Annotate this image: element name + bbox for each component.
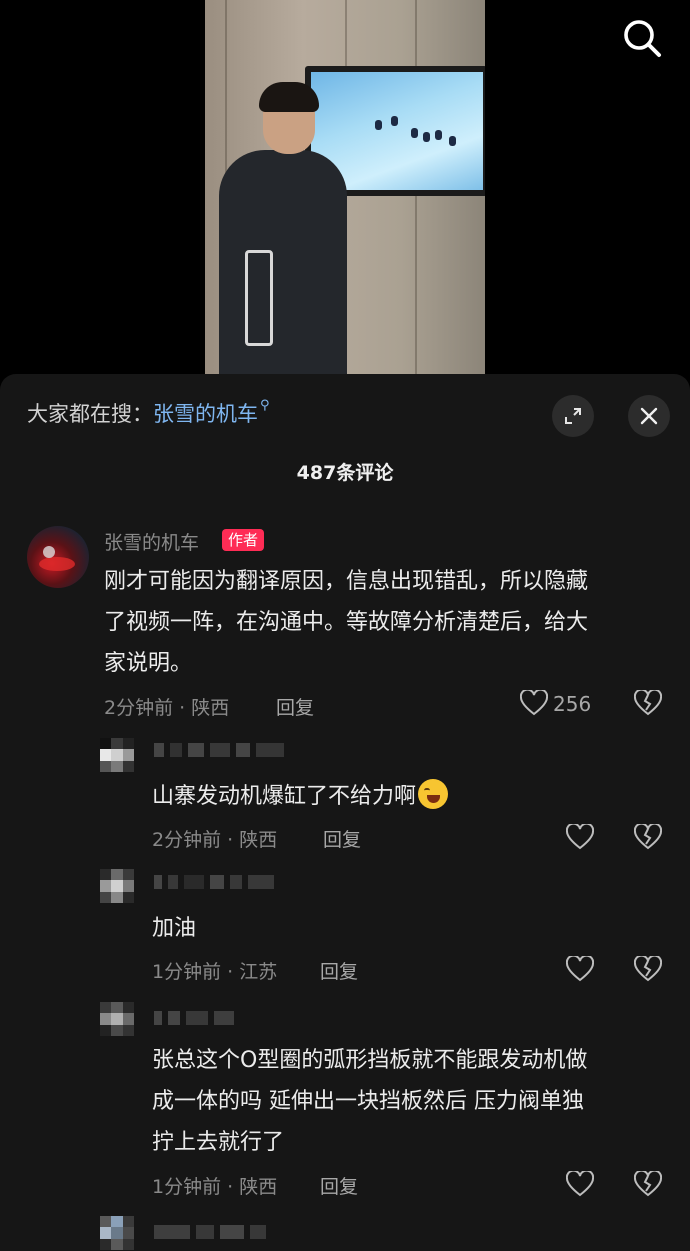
dislike-button[interactable] xyxy=(633,954,663,986)
author-badge: 作者 xyxy=(222,529,265,551)
comment-text: 刚才可能因为翻译原因，信息出现错乱，所以隐藏 了视频一阵，在沟通中。等故障分析清… xyxy=(104,569,589,676)
blurred-username xyxy=(154,874,274,890)
blurred-username xyxy=(154,1224,266,1240)
avatar[interactable] xyxy=(100,738,134,772)
dislike-button[interactable] xyxy=(633,688,663,720)
comment-panel: 大家都在搜：张雪的机车 ⚲ 487条评论 张雪的机车 作者 刚才可能因为翻译原因，… xyxy=(0,374,690,1251)
comment-text: 张总这个O型圈的弧形挡板就不能跟发动机做 成一体的吗 延伸出一块挡板然后 压力阀… xyxy=(152,1048,588,1155)
comment-meta: 2分钟前 · 陕西 xyxy=(152,829,278,851)
shirt-print xyxy=(245,250,273,346)
broken-heart-icon xyxy=(633,688,663,716)
like-count: 256 xyxy=(553,692,592,716)
comment-meta: 1分钟前 · 江苏 xyxy=(152,961,278,983)
broken-heart-icon xyxy=(633,822,663,850)
reply-button[interactable]: 回复 xyxy=(276,693,314,720)
blurred-username xyxy=(154,742,284,758)
avatar[interactable] xyxy=(100,1216,134,1250)
heart-icon xyxy=(565,1169,595,1197)
comment-meta: 2分钟前 · 陕西 xyxy=(104,697,230,719)
broken-heart-icon xyxy=(633,1169,663,1197)
trending-label: 大家都在搜： xyxy=(27,402,153,426)
heart-icon xyxy=(565,954,595,982)
avatar[interactable] xyxy=(27,526,89,588)
comment-author[interactable]: 张雪的机车 xyxy=(104,528,199,555)
heart-icon xyxy=(519,688,549,716)
search-icon[interactable] xyxy=(620,16,664,60)
like-button[interactable] xyxy=(519,688,549,720)
presenter-hair xyxy=(259,82,319,112)
avatar[interactable] xyxy=(100,869,134,903)
comment-text: 山寨发动机爆缸了不给力啊 xyxy=(152,776,449,817)
comment-text: 加油 xyxy=(152,916,197,941)
reply-button[interactable]: 回复 xyxy=(320,957,358,984)
close-icon xyxy=(640,407,658,425)
reply-button[interactable]: 回复 xyxy=(320,1172,358,1199)
video-player[interactable] xyxy=(205,0,485,374)
comment-meta: 1分钟前 · 陕西 xyxy=(152,1176,278,1198)
close-button[interactable] xyxy=(628,395,670,437)
crying-laughing-emoji xyxy=(418,779,449,809)
broken-heart-icon xyxy=(633,954,663,982)
heart-icon xyxy=(565,822,595,850)
search-small-icon: ⚲ xyxy=(260,398,270,413)
like-button[interactable] xyxy=(565,1169,595,1201)
blurred-username xyxy=(154,1010,234,1026)
trending-search-bar: 大家都在搜：张雪的机车 ⚲ xyxy=(27,398,270,428)
avatar[interactable] xyxy=(100,1002,134,1036)
comment-count: 487条评论 xyxy=(296,462,394,484)
presenter xyxy=(219,150,347,374)
expand-icon xyxy=(565,408,581,424)
trending-link[interactable]: 张雪的机车 xyxy=(153,402,258,426)
like-button[interactable] xyxy=(565,822,595,854)
dislike-button[interactable] xyxy=(633,1169,663,1201)
expand-button[interactable] xyxy=(552,395,594,437)
reply-button[interactable]: 回复 xyxy=(323,825,361,852)
like-button[interactable] xyxy=(565,954,595,986)
dislike-button[interactable] xyxy=(633,822,663,854)
